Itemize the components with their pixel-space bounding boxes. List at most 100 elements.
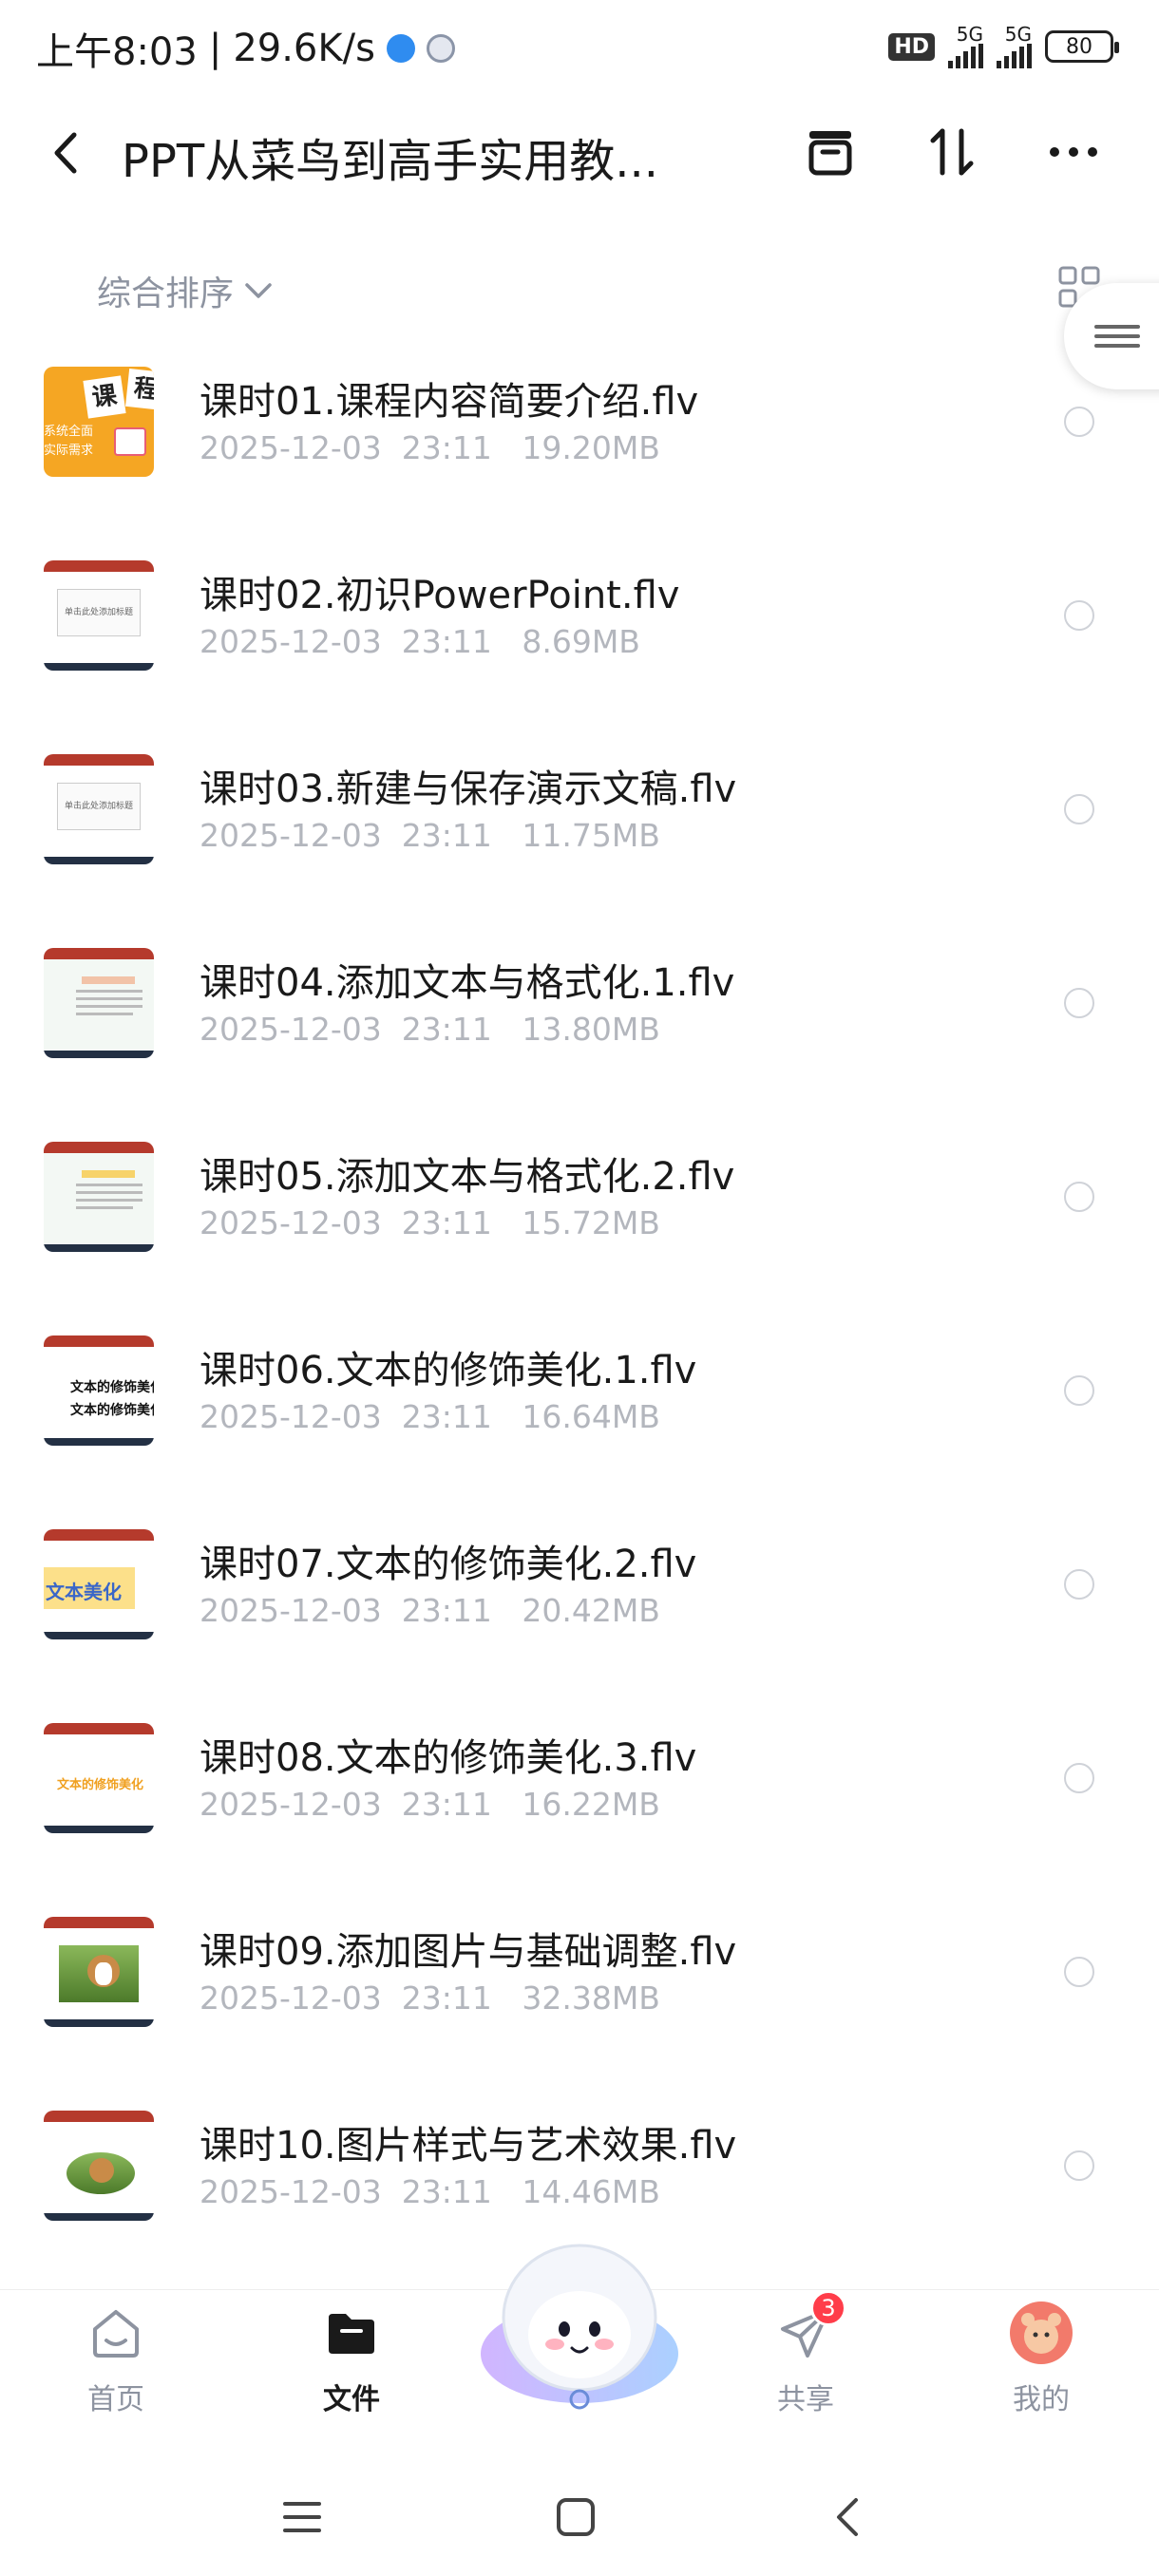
- sort-label: 综合排序: [97, 275, 235, 313]
- select-radio[interactable]: [1064, 1182, 1094, 1212]
- status-bar: 上午8:03 | 29.6K/s HD 5G 5G 80: [0, 0, 1159, 99]
- file-row[interactable]: 课时09.添加图片与基础调整.flv 2025-12-03 23:11 32.3…: [0, 1873, 1159, 2067]
- select-radio[interactable]: [1064, 1375, 1094, 1406]
- file-meta: 2025-12-03 23:11 14.46MB: [200, 2173, 660, 2210]
- select-radio[interactable]: [1064, 988, 1094, 1018]
- file-name: 课时08.文本的修饰美化.3.flv: [200, 1736, 697, 1780]
- file-meta: 2025-12-03 23:11 13.80MB: [200, 1011, 660, 1048]
- header-bar: PPT从菜鸟到高手实用教...: [0, 99, 1159, 205]
- file-name: 课时03.新建与保存演示文稿.flv: [200, 767, 737, 811]
- back-system-button[interactable]: [819, 2489, 876, 2546]
- file-row[interactable]: 文本的修饰美化 课时08.文本的修饰美化.3.flv 2025-12-03 23…: [0, 1679, 1159, 1873]
- back-button[interactable]: [48, 129, 86, 177]
- avatar: [1008, 2300, 1074, 2366]
- more-button[interactable]: [1043, 122, 1104, 182]
- nav-files-label: 文件: [323, 2383, 380, 2416]
- video-thumbnail: [44, 2111, 154, 2221]
- file-meta: 2025-12-03 23:11 15.72MB: [200, 1204, 660, 1241]
- file-name: 课时06.文本的修饰美化.1.flv: [200, 1349, 697, 1392]
- video-thumbnail: 单击此处添加标题: [44, 754, 154, 864]
- sort-dropdown[interactable]: 综合排序: [97, 266, 274, 315]
- select-radio[interactable]: [1064, 1957, 1094, 1987]
- home-system-button[interactable]: [547, 2489, 604, 2546]
- status-left: 上午8:03 | 29.6K/s: [36, 21, 455, 76]
- nav-share-label: 共享: [777, 2383, 834, 2416]
- thumb-char-1: 课: [83, 375, 126, 419]
- sort-arrows-icon: [930, 128, 974, 176]
- file-row[interactable]: 文本美化 课时07.文本的修饰美化.2.flv 2025-12-03 23:11…: [0, 1486, 1159, 1679]
- nav-files[interactable]: 文件: [285, 2300, 418, 2417]
- file-name: 课时02.初识PowerPoint.flv: [200, 574, 680, 617]
- nav-home[interactable]: 首页: [49, 2300, 182, 2417]
- app-screen: 上午8:03 | 29.6K/s HD 5G 5G 80 PPT从菜鸟到高手实用…: [0, 0, 1159, 2576]
- status-separator: |: [208, 27, 222, 70]
- archive-button[interactable]: [800, 122, 861, 182]
- status-right: HD 5G 5G 80: [888, 25, 1119, 68]
- select-radio[interactable]: [1064, 407, 1094, 437]
- video-thumbnail: 文本美化: [44, 1529, 154, 1639]
- file-name: 课时09.添加图片与基础调整.flv: [200, 1930, 737, 1974]
- file-name: 课时07.文本的修饰美化.2.flv: [200, 1543, 697, 1586]
- file-row[interactable]: 单击此处添加标题 课时02.初识PowerPoint.flv 2025-12-0…: [0, 517, 1159, 710]
- battery-icon: 80: [1045, 30, 1119, 63]
- video-thumbnail: 单击此处添加标题: [44, 560, 154, 671]
- archive-icon: [808, 131, 852, 176]
- file-list: 课 程 系统全面 实际需求 课时01.课程内容简要介绍.flv 2025-12-…: [0, 323, 1159, 2261]
- menu-lines-icon: [283, 2502, 321, 2532]
- select-radio[interactable]: [1064, 794, 1094, 824]
- upload-app-icon: [386, 34, 415, 63]
- status-time: 上午8:03: [36, 30, 198, 74]
- video-thumbnail: [44, 948, 154, 1058]
- more-dots-icon: [1050, 147, 1097, 157]
- file-name: 课时05.添加文本与格式化.2.flv: [200, 1155, 735, 1199]
- square-icon: [557, 2498, 595, 2536]
- file-meta: 2025-12-03 23:11 16.22MB: [200, 1786, 660, 1823]
- file-meta: 2025-12-03 23:11 19.20MB: [200, 429, 660, 466]
- file-meta: 2025-12-03 23:11 8.69MB: [200, 623, 640, 660]
- video-thumbnail: [44, 1917, 154, 2027]
- recent-apps-button[interactable]: [274, 2489, 331, 2546]
- select-radio[interactable]: [1064, 1569, 1094, 1600]
- nav-home-label: 首页: [87, 2383, 144, 2416]
- file-name: 课时01.课程内容简要介绍.flv: [200, 380, 699, 424]
- select-radio[interactable]: [1064, 1763, 1094, 1793]
- file-meta: 2025-12-03 23:11 32.38MB: [200, 1979, 660, 2017]
- chevron-left-icon: [837, 2498, 858, 2536]
- avatar-app-icon: [426, 34, 455, 63]
- select-radio[interactable]: [1064, 600, 1094, 631]
- paper-plane-icon: 3: [772, 2290, 846, 2366]
- file-row[interactable]: 文本的修饰美化 文本的修饰美化 课时06.文本的修饰美化.1.flv 2025-…: [0, 1292, 1159, 1486]
- thumb-char-2: 程: [125, 369, 154, 410]
- select-radio[interactable]: [1064, 2150, 1094, 2181]
- file-meta: 2025-12-03 23:11 16.64MB: [200, 1398, 660, 1435]
- folder-icon: [318, 2300, 385, 2366]
- share-badge: 3: [810, 2290, 846, 2326]
- hd-voice-icon: HD: [888, 32, 935, 61]
- file-row[interactable]: 单击此处添加标题 课时03.新建与保存演示文稿.flv 2025-12-03 2…: [0, 710, 1159, 904]
- video-thumbnail: 文本的修饰美化 文本的修饰美化: [44, 1335, 154, 1446]
- home-icon: [83, 2300, 149, 2366]
- thumb-sub-1: 系统全面: [44, 425, 94, 439]
- nav-mine[interactable]: 我的: [975, 2300, 1108, 2417]
- signal-sim1-icon: 5G: [948, 25, 983, 68]
- file-name: 课时10.图片样式与艺术效果.flv: [200, 2124, 737, 2168]
- file-row[interactable]: 课时05.添加文本与格式化.2.flv 2025-12-03 23:11 15.…: [0, 1098, 1159, 1292]
- video-thumbnail: 文本的修饰美化: [44, 1723, 154, 1833]
- sort-order-button[interactable]: [922, 122, 982, 182]
- sort-bar: 综合排序: [0, 256, 1159, 323]
- file-name: 课时04.添加文本与格式化.1.flv: [200, 961, 735, 1005]
- ai-assistant-button[interactable]: [475, 2230, 684, 2420]
- chevron-down-icon: [245, 283, 272, 298]
- file-meta: 2025-12-03 23:11 11.75MB: [200, 817, 660, 854]
- signal-sim2-icon: 5G: [997, 25, 1032, 68]
- file-row[interactable]: 课 程 系统全面 实际需求 课时01.课程内容简要介绍.flv 2025-12-…: [0, 323, 1159, 517]
- network-speed: 29.6K/s: [233, 27, 375, 70]
- file-row[interactable]: 课时04.添加文本与格式化.1.flv 2025-12-03 23:11 13.…: [0, 904, 1159, 1098]
- back-arrow-icon: [54, 132, 77, 174]
- nav-share[interactable]: 3 共享: [739, 2290, 872, 2417]
- battery-level: 80: [1066, 34, 1092, 59]
- video-thumbnail: 课 程 系统全面 实际需求: [44, 367, 154, 477]
- nav-mine-label: 我的: [1013, 2383, 1070, 2416]
- mascot-icon: [481, 2244, 678, 2410]
- system-nav-bar: [0, 2451, 1159, 2576]
